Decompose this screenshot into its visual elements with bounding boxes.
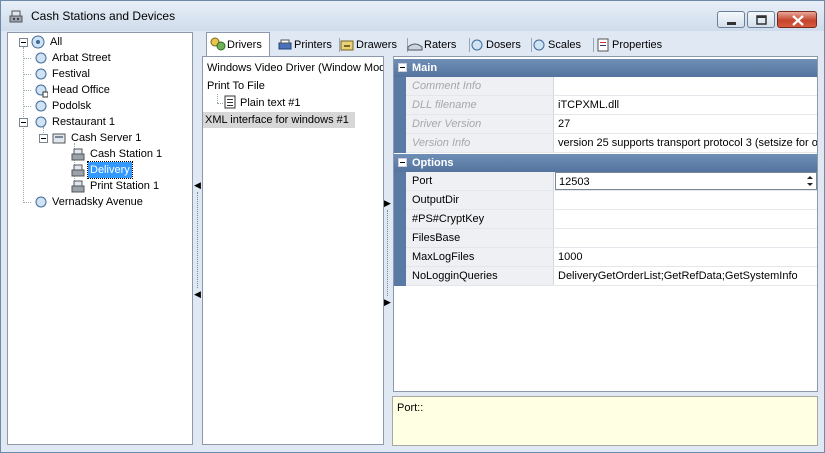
location-icon [35, 84, 48, 98]
driver-item-windows-video[interactable]: Windows Video Driver (Window Mod [205, 60, 383, 76]
expand-all-toggle[interactable] [19, 38, 28, 47]
prop-row-driver-version[interactable]: Driver Version 27 [394, 115, 817, 134]
property-grid[interactable]: Main Comment Info DLL filename iTCPXML.d… [393, 56, 818, 392]
tab-drivers[interactable]: Drivers [206, 32, 270, 57]
drivers-icon [210, 37, 226, 51]
cash-register-icon [71, 148, 85, 161]
minimize-button[interactable] [717, 11, 745, 28]
tab-scales[interactable]: Scales [528, 34, 594, 56]
drawer-icon [340, 40, 354, 51]
middle-splitter[interactable]: ▶ ▶ [384, 56, 391, 445]
text-file-icon [224, 95, 236, 109]
doser-icon [471, 39, 483, 51]
tab-printers[interactable]: Printers [274, 34, 340, 56]
expand-right-arrow-icon[interactable]: ▶ [384, 297, 391, 307]
cash-register-icon [9, 10, 23, 23]
prop-row-dll-filename[interactable]: DLL filename iTCPXML.dll [394, 96, 817, 115]
tab-dosers[interactable]: Dosers [466, 34, 532, 56]
title-bar[interactable]: Cash Stations and Devices [1, 1, 824, 31]
maximize-button[interactable] [747, 11, 775, 28]
location-icon [35, 116, 47, 128]
collapse-options-toggle[interactable] [398, 158, 407, 167]
collapse-left-arrow-icon[interactable]: ◀ [194, 289, 201, 299]
prop-row-nologginqueries[interactable]: NoLogginQueries DeliveryGetOrderList;Get… [394, 267, 817, 286]
window-title: Cash Stations and Devices [31, 9, 176, 23]
group-options[interactable]: Options [394, 154, 817, 172]
expand-cash-server-toggle[interactable] [39, 134, 48, 143]
location-icon [35, 196, 47, 208]
maximize-icon [756, 15, 767, 25]
location-icon [35, 52, 47, 64]
prop-row-outputdir[interactable]: OutputDir [394, 191, 817, 210]
driver-item-plain-text[interactable]: Plain text #1 [238, 95, 303, 111]
expand-right-arrow-icon[interactable]: ▶ [384, 198, 391, 208]
main-window: Cash Stations and Devices All Arbat Stre… [0, 0, 825, 453]
left-splitter[interactable]: ◀ ◀ [194, 56, 201, 445]
close-button[interactable] [777, 11, 817, 28]
prop-row-cryptkey[interactable]: #PS#CryptKey [394, 210, 817, 229]
collapse-left-arrow-icon[interactable]: ◀ [194, 180, 201, 190]
property-description: Port:: [392, 396, 818, 446]
group-main[interactable]: Main [394, 59, 817, 77]
tab-drawers[interactable]: Drawers [336, 34, 408, 56]
tab-properties[interactable]: Properties [592, 34, 672, 56]
port-input[interactable]: 12503 [555, 172, 817, 190]
minimize-icon [727, 22, 736, 25]
expand-restaurant-toggle[interactable] [19, 118, 28, 127]
close-icon [792, 15, 804, 26]
printer-icon [278, 39, 292, 50]
device-tabs: Drivers Printers Drawers Raters Dosers S… [202, 32, 824, 57]
prop-row-maxlogfiles[interactable]: MaxLogFiles 1000 [394, 248, 817, 267]
spin-updown-icon[interactable] [805, 174, 815, 188]
server-icon [52, 133, 66, 144]
cash-register-icon [71, 164, 85, 177]
location-icon [35, 68, 47, 80]
network-icon [31, 35, 45, 49]
drivers-list[interactable]: Windows Video Driver (Window Mod Print T… [202, 56, 384, 445]
device-tree[interactable]: All Arbat Street Festival Head Office Po… [7, 32, 193, 445]
prop-row-comment-info[interactable]: Comment Info [394, 77, 817, 96]
prop-row-filesbase[interactable]: FilesBase [394, 229, 817, 248]
scale-icon [533, 39, 545, 51]
prop-row-version-info[interactable]: Version Info version 25 supports transpo… [394, 134, 817, 153]
location-icon [35, 100, 47, 112]
cash-register-icon [71, 180, 85, 193]
rater-icon [407, 43, 423, 51]
prop-row-port[interactable]: Port 12503 [394, 172, 817, 191]
collapse-main-toggle[interactable] [398, 63, 407, 72]
properties-icon [597, 38, 609, 52]
driver-item-xml-interface[interactable]: XML interface for windows #1 [203, 112, 355, 128]
tab-raters[interactable]: Raters [404, 34, 470, 56]
driver-item-print-to-file[interactable]: Print To File [205, 78, 267, 94]
